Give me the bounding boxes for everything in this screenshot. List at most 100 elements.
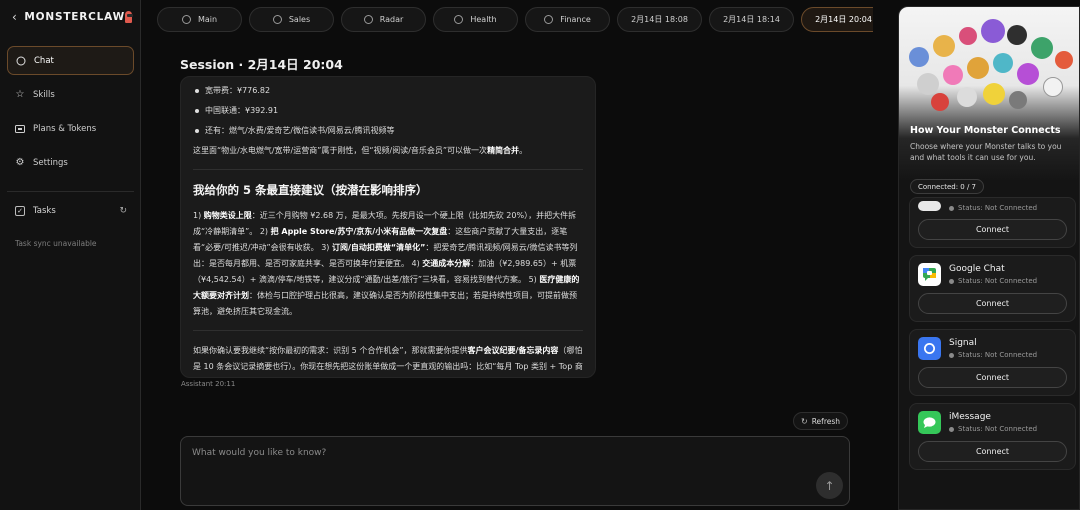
connect-button[interactable]: Connect bbox=[918, 441, 1067, 462]
wallet-icon bbox=[544, 15, 554, 24]
recommendations-heading: 我给你的 5 条最直接建议（按潜在影响排序） bbox=[193, 183, 428, 197]
send-button[interactable]: ↑ bbox=[816, 472, 843, 499]
integration-card-header: Google Chat Status: Not Connected bbox=[918, 263, 1067, 286]
plus-circle-icon bbox=[181, 15, 191, 24]
message-meta: Assistant 20:11 bbox=[181, 380, 236, 388]
tab-session-1808[interactable]: 2月14日 18:08 bbox=[617, 7, 702, 32]
connect-button[interactable]: Connect bbox=[918, 293, 1067, 314]
rec-1-title: 购物类设上限 bbox=[203, 211, 252, 220]
summary-end: 。 bbox=[519, 146, 528, 155]
sparkle-icon: ☆ bbox=[15, 89, 25, 100]
monster-illustration-part bbox=[1043, 77, 1063, 97]
sidebar-item-plans-tokens[interactable]: Plans & Tokens bbox=[7, 114, 134, 143]
status-dot-icon bbox=[949, 278, 954, 284]
monster-illustration-part bbox=[917, 73, 939, 95]
refresh-icon[interactable]: ↻ bbox=[119, 206, 127, 216]
tab-main[interactable]: Main bbox=[157, 7, 242, 32]
panel-description: Choose where your Monster talks to you a… bbox=[910, 142, 1062, 162]
monster-illustration-part bbox=[909, 47, 929, 67]
tab-session-2004[interactable]: 2月14日 20:04 bbox=[801, 7, 873, 32]
expense-list: 宽带费：¥776.82 中国联通：¥392.91 还有：燃气/水费/爱奇艺/微信… bbox=[193, 81, 583, 141]
integration-list: Status: Not Connected Connect Google Cha… bbox=[909, 197, 1076, 477]
integration-info: Google Chat Status: Not Connected bbox=[949, 263, 1037, 285]
integration-name: Signal bbox=[949, 338, 977, 348]
list-item: 宽带费：¥776.82 bbox=[193, 81, 583, 101]
panel-hero-text: How Your Monster Connects Choose where y… bbox=[910, 125, 1075, 163]
chevron-left-icon[interactable]: ‹ bbox=[12, 10, 20, 24]
heart-icon bbox=[454, 15, 464, 24]
integration-status: Status: Not Connected bbox=[949, 425, 1037, 433]
card-icon bbox=[15, 124, 25, 134]
tab-sales[interactable]: Sales bbox=[249, 7, 334, 32]
integration-card-google-chat: Google Chat Status: Not Connected Connec… bbox=[909, 255, 1076, 322]
rec-4-title: 交通成本分解 bbox=[422, 259, 471, 268]
rec-2-title: 把 Apple Store/苏宁/京东/小米有品做一次复盘 bbox=[270, 227, 448, 236]
sidebar-item-chat[interactable]: Chat bbox=[7, 46, 134, 75]
sidebar-item-settings[interactable]: ⚙ Settings bbox=[7, 148, 134, 177]
sidebar-item-label: Settings bbox=[33, 157, 68, 168]
list-item: 还有：燃气/水费/爱奇艺/微信读书/网易云/腾讯视频等 bbox=[193, 121, 583, 141]
monster-illustration-part bbox=[959, 27, 977, 45]
tab-radar[interactable]: Radar bbox=[341, 7, 426, 32]
composer: ↑ bbox=[180, 436, 850, 506]
integration-status: Status: Not Connected bbox=[949, 277, 1037, 285]
message-divider bbox=[193, 169, 583, 170]
monster-illustration-part bbox=[957, 87, 977, 107]
tab-finance[interactable]: Finance bbox=[525, 7, 610, 32]
tab-label: 2月14日 18:08 bbox=[631, 15, 688, 24]
chat-bubble-icon bbox=[16, 56, 26, 66]
monster-illustration: How Your Monster Connects Choose where y… bbox=[899, 7, 1079, 182]
monster-illustration-part bbox=[1007, 25, 1027, 45]
tab-label: 2月14日 18:14 bbox=[723, 15, 780, 24]
integration-name: iMessage bbox=[949, 412, 991, 422]
tab-health[interactable]: Health bbox=[433, 7, 518, 32]
sidebar-divider bbox=[7, 191, 134, 192]
gear-icon: ⚙ bbox=[15, 157, 25, 168]
tab-label: Radar bbox=[379, 15, 404, 24]
connect-button[interactable]: Connect bbox=[918, 367, 1067, 388]
summary-text: 这里面“物业/水电燃气/宽带/运营商”属于刚性，但“视频/阅读/音乐会员”可以做… bbox=[193, 146, 488, 155]
sidebar: ‹ MONSTERCLAW Chat ☆ Skills Plans & Toke… bbox=[0, 0, 141, 510]
rec-5-text: ：体检与口腔护理占比很高，建议确认是否为阶段性集中支出；若是持续性项目，可提前做… bbox=[193, 291, 577, 316]
tasks-label: Tasks bbox=[33, 206, 56, 216]
integration-card-header: Status: Not Connected bbox=[918, 201, 1067, 212]
status-dot-icon bbox=[949, 205, 954, 211]
status-text: Status: Not Connected bbox=[958, 351, 1038, 359]
monster-illustration-part bbox=[983, 83, 1005, 105]
integration-status: Status: Not Connected bbox=[949, 351, 1037, 359]
connect-button[interactable]: Connect bbox=[918, 219, 1067, 240]
assistant-message: 宽带费：¥776.82 中国联通：¥392.91 还有：燃气/水费/爱奇艺/微信… bbox=[180, 76, 596, 378]
monster-illustration-part bbox=[1009, 91, 1027, 109]
integration-name: Google Chat bbox=[949, 264, 1005, 274]
panel-title: How Your Monster Connects bbox=[910, 125, 1061, 136]
sidebar-item-skills[interactable]: ☆ Skills bbox=[7, 80, 134, 109]
tab-label: Main bbox=[197, 15, 218, 24]
sidebar-item-label: Skills bbox=[33, 89, 55, 100]
tab-label: Health bbox=[470, 15, 497, 24]
sidebar-item-label: Chat bbox=[34, 55, 54, 66]
integration-info: iMessage Status: Not Connected bbox=[949, 411, 1037, 433]
monster-illustration-part bbox=[981, 19, 1005, 43]
integration-card-signal: Signal Status: Not Connected Connect bbox=[909, 329, 1076, 396]
rec-3-title: 订阅/自动扣费做“清单化” bbox=[331, 243, 426, 252]
monster-icon bbox=[124, 11, 134, 23]
monster-illustration-part bbox=[933, 35, 955, 57]
refresh-button[interactable]: ↻ Refresh bbox=[793, 412, 848, 430]
closing-bold: 客户会议纪要/备忘录内容 bbox=[467, 346, 559, 355]
monster-illustration-part bbox=[943, 65, 963, 85]
message-input[interactable] bbox=[192, 448, 752, 472]
tab-session-1814[interactable]: 2月14日 18:14 bbox=[709, 7, 794, 32]
tasks-header[interactable]: ✓ Tasks ↻ bbox=[15, 206, 127, 216]
session-title: Session · 2月14日 20:04 bbox=[180, 57, 343, 72]
google-chat-icon bbox=[918, 263, 941, 286]
radar-icon bbox=[363, 15, 373, 24]
tab-label: 2月14日 20:04 bbox=[815, 15, 872, 24]
status-text: Status: Not Connected bbox=[958, 204, 1038, 212]
integration-card: Status: Not Connected Connect bbox=[909, 197, 1076, 248]
status-dot-icon bbox=[949, 352, 954, 358]
integration-status: Status: Not Connected bbox=[949, 204, 1037, 212]
connected-count-badge: Connected: 0 / 7 bbox=[910, 179, 984, 194]
recommendations-text: 1) 购物类设上限：近三个月购物 ¥2.68 万，是最大项。先按月设一个硬上限（… bbox=[193, 208, 583, 320]
arrow-up-icon: ↑ bbox=[824, 478, 835, 493]
status-text: Status: Not Connected bbox=[958, 277, 1038, 285]
